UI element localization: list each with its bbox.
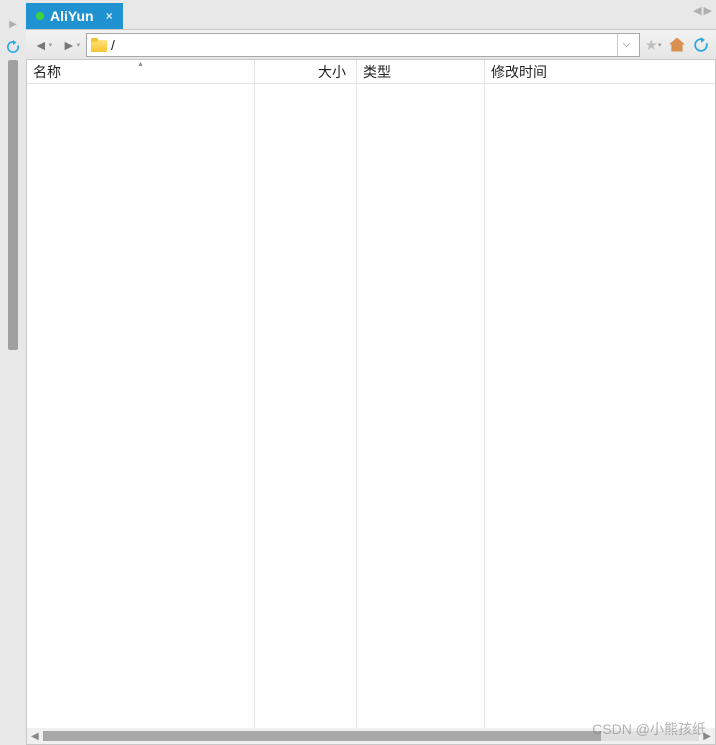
file-panel: 名称 ▴ 大小 类型 修改时间 ◀ ▶: [26, 60, 716, 745]
sort-asc-icon: ▴: [138, 60, 142, 68]
column-header-modified[interactable]: 修改时间: [485, 60, 715, 83]
chevron-down-icon: ▾: [49, 41, 53, 49]
arrow-right-icon: ►: [62, 37, 76, 53]
column-separator: [255, 84, 357, 728]
tab-label: AliYun: [50, 8, 94, 24]
arrow-left-icon: ◄: [34, 37, 48, 53]
scrollbar-track[interactable]: [43, 731, 700, 741]
column-header-size[interactable]: 大小: [255, 60, 357, 83]
tab-prev-icon[interactable]: ◀: [693, 4, 701, 17]
home-icon: [669, 38, 685, 52]
column-header-label: 名称: [33, 62, 61, 82]
column-separator: [357, 84, 485, 728]
path-text: /: [111, 37, 613, 53]
column-separator: [485, 84, 715, 728]
scrollbar-thumb[interactable]: [43, 731, 601, 741]
left-scrollbar-thumb[interactable]: [8, 60, 18, 350]
column-header-label: 类型: [363, 62, 391, 82]
refresh-icon: [692, 36, 710, 54]
column-header-name[interactable]: 名称 ▴: [27, 60, 255, 83]
folder-icon: [91, 38, 107, 52]
tab-next-icon[interactable]: ▶: [704, 4, 712, 17]
main-area: AliYun × ◀ ▶ ◄▾ ►▾ / ⌵ ★▾: [26, 0, 716, 745]
home-button[interactable]: [666, 34, 688, 56]
column-header-label: 修改时间: [491, 62, 547, 82]
favorite-button[interactable]: ★▾: [642, 34, 664, 56]
scroll-left-icon[interactable]: ◀: [31, 731, 39, 742]
scroll-right-icon[interactable]: ▶: [703, 731, 711, 742]
status-dot-icon: [36, 12, 44, 20]
column-separator: [27, 84, 255, 728]
left-rail-top: ▶: [0, 0, 26, 58]
forward-button[interactable]: ►▾: [58, 33, 84, 57]
toolbar: ◄▾ ►▾ / ⌵ ★▾: [26, 30, 716, 60]
star-icon: ★: [645, 36, 658, 54]
file-list-body[interactable]: [27, 84, 715, 728]
horizontal-scrollbar: ◀ ▶: [27, 728, 715, 744]
back-button[interactable]: ◄▾: [30, 33, 56, 57]
refresh-icon[interactable]: [4, 38, 22, 56]
column-header-type[interactable]: 类型: [357, 60, 485, 83]
tab-nav-arrows: ◀ ▶: [693, 4, 712, 17]
path-combobox[interactable]: / ⌵: [86, 33, 640, 57]
close-icon[interactable]: ×: [106, 9, 113, 23]
chevron-down-icon: ▾: [658, 41, 662, 49]
column-headers: 名称 ▴ 大小 类型 修改时间: [27, 60, 715, 84]
column-header-label: 大小: [318, 62, 346, 82]
chevron-down-icon: ▾: [77, 41, 81, 49]
expand-right-icon[interactable]: ▶: [9, 19, 17, 30]
tab-strip: AliYun × ◀ ▶: [26, 0, 716, 30]
chevron-down-icon[interactable]: ⌵: [617, 34, 635, 56]
tab-aliyun[interactable]: AliYun ×: [26, 3, 123, 29]
left-rail: ▶: [0, 0, 26, 745]
refresh-button[interactable]: [690, 34, 712, 56]
